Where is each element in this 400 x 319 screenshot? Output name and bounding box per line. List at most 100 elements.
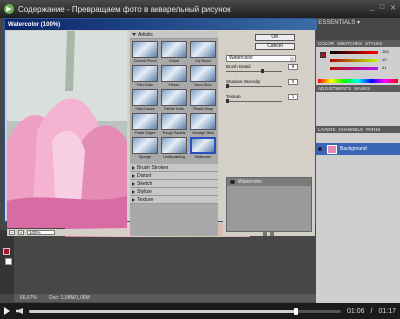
background-color-swatch[interactable] — [5, 258, 12, 265]
brush-detail-param: Brush Detail 9 — [226, 64, 298, 75]
current-color-box[interactable] — [320, 52, 326, 58]
filter-item[interactable]: Sponge — [131, 137, 159, 159]
folder-collapsed[interactable]: Texture — [130, 196, 218, 204]
brush-detail-track[interactable] — [226, 71, 282, 72]
maximize-icon[interactable]: □ — [380, 4, 384, 12]
folder-closed-icon — [132, 189, 135, 194]
tab-layers[interactable]: LAYERS — [318, 127, 335, 132]
folder-label: Texture — [137, 196, 154, 203]
zoom-in-button[interactable]: + — [18, 230, 24, 235]
folder-collapsed[interactable]: Brush Strokes — [130, 164, 218, 172]
green-value[interactable]: 12 — [382, 57, 386, 62]
filter-item[interactable]: Fresco — [160, 65, 188, 87]
time-total: 01:17 — [378, 307, 396, 315]
filter-label: Sponge — [138, 155, 152, 159]
filter-item[interactable]: Poster Edges — [131, 113, 159, 135]
right-panels: COLOR SWATCHES STYLES 183 12 41 ADJUSTME… — [316, 40, 400, 303]
tab-styles[interactable]: STYLES — [365, 41, 382, 46]
folder-collapsed[interactable]: Sketch — [130, 180, 218, 188]
brush-detail-value[interactable]: 9 — [288, 64, 298, 70]
minimize-icon[interactable]: _ — [370, 4, 374, 12]
filter-type-select[interactable]: Watercolor — [226, 55, 296, 62]
filter-item[interactable]: Paint Daubs — [131, 89, 159, 111]
green-slider[interactable] — [330, 59, 378, 62]
tab-masks[interactable]: MASKS — [354, 86, 370, 91]
filter-label: Watercolor — [194, 155, 212, 159]
filter-label: Smudge Stick — [192, 131, 214, 135]
filter-item[interactable]: Colored Pencil — [131, 41, 159, 63]
folder-closed-icon — [132, 197, 135, 202]
filter-thumbnail — [190, 41, 216, 58]
filter-item[interactable]: Palette Knife — [160, 89, 188, 111]
folder-label: Artistic — [138, 31, 153, 38]
doc-status: Doc: 1,08M/1,08M — [48, 295, 90, 301]
player-title-bar: ▶ Содержание - Превращаем фото в акварел… — [0, 0, 400, 18]
red-slider[interactable] — [330, 51, 378, 54]
blue-slider[interactable] — [330, 67, 378, 70]
param-label: Brush Detail — [226, 64, 251, 69]
filter-item[interactable]: Smudge Stick — [189, 113, 217, 135]
tab-paths[interactable]: PATHS — [366, 127, 380, 132]
eye-icon[interactable] — [318, 147, 322, 151]
seek-bar[interactable] — [29, 307, 341, 315]
layer-row[interactable]: Background — [316, 143, 400, 155]
effect-layer-row[interactable]: Watercolor — [227, 178, 311, 186]
filter-item[interactable]: Underpainting — [160, 137, 188, 159]
volume-icon[interactable] — [16, 308, 23, 314]
filter-item[interactable]: Rough Pastels — [160, 113, 188, 135]
folder-collapsed[interactable]: Stylize — [130, 188, 218, 196]
filter-type-value: Watercolor — [229, 55, 253, 61]
brush-detail-knob[interactable] — [260, 69, 264, 73]
effect-layer-buttons — [263, 232, 274, 236]
play-icon[interactable] — [4, 307, 10, 315]
filter-preview[interactable] — [7, 31, 127, 228]
filter-label: Paint Daubs — [135, 107, 155, 111]
filter-item[interactable]: Neon Glow — [189, 65, 217, 87]
filter-thumbnail — [132, 65, 158, 82]
folder-label: Distort — [137, 172, 152, 179]
folder-artistic[interactable]: Artistic — [130, 31, 218, 39]
cancel-button[interactable]: Cancel — [255, 43, 295, 50]
filter-list: Artistic Colored Pencil Cutout Dry Brush Fi… — [130, 31, 218, 236]
delete-effect-layer-icon[interactable] — [270, 232, 274, 236]
folder-open-icon — [132, 33, 136, 36]
filter-item[interactable]: Watercolor — [189, 137, 217, 159]
tab-color[interactable]: COLOR — [318, 41, 334, 46]
tab-channels[interactable]: CHANNELS — [338, 127, 363, 132]
eye-icon[interactable] — [230, 180, 235, 184]
filter-item[interactable]: Film Grain — [131, 65, 159, 87]
filter-thumbnail — [132, 89, 158, 106]
adjustments-panel-tabs: ADJUSTMENTS MASKS — [316, 85, 400, 92]
seek-handle[interactable] — [294, 307, 299, 315]
filter-item[interactable]: Cutout — [160, 41, 188, 63]
workspace-switcher[interactable]: ESSENTIALS ▾ — [318, 19, 360, 26]
folder-label: Stylize — [137, 188, 152, 195]
tab-swatches[interactable]: SWATCHES — [337, 41, 362, 46]
filter-thumbnail — [132, 41, 158, 58]
time-current: 01:06 — [346, 307, 365, 315]
shadow-intensity-value[interactable]: 0 — [288, 79, 298, 85]
blue-value[interactable]: 41 — [382, 65, 386, 70]
layers-panel: Background — [316, 133, 400, 303]
tab-adjustments[interactable]: ADJUSTMENTS — [318, 86, 351, 91]
foreground-color-swatch[interactable] — [3, 248, 10, 255]
ok-button[interactable]: OK — [255, 34, 295, 41]
texture-param: Texture 1 — [226, 94, 298, 105]
texture-value[interactable]: 1 — [288, 94, 298, 100]
zoom-out-button[interactable]: − — [9, 230, 15, 235]
folder-collapsed[interactable]: Distort — [130, 172, 218, 180]
red-value[interactable]: 183 — [382, 49, 389, 54]
new-effect-layer-icon[interactable] — [263, 232, 267, 236]
filter-item[interactable]: Plastic Wrap — [189, 89, 217, 111]
texture-knob[interactable] — [226, 99, 229, 103]
filter-item[interactable]: Dry Brush — [189, 41, 217, 63]
zoom-status: 66,67% — [20, 295, 37, 301]
layers-panel-tabs: LAYERS CHANNELS PATHS — [316, 126, 400, 133]
shadow-intensity-track[interactable] — [226, 86, 282, 87]
close-icon[interactable]: ✕ — [390, 4, 396, 12]
texture-track[interactable] — [226, 101, 282, 102]
filter-thumbnail — [190, 113, 216, 130]
zoom-select[interactable]: 100% — [27, 230, 55, 235]
color-ramp[interactable] — [318, 79, 398, 83]
shadow-intensity-knob[interactable] — [226, 84, 229, 88]
